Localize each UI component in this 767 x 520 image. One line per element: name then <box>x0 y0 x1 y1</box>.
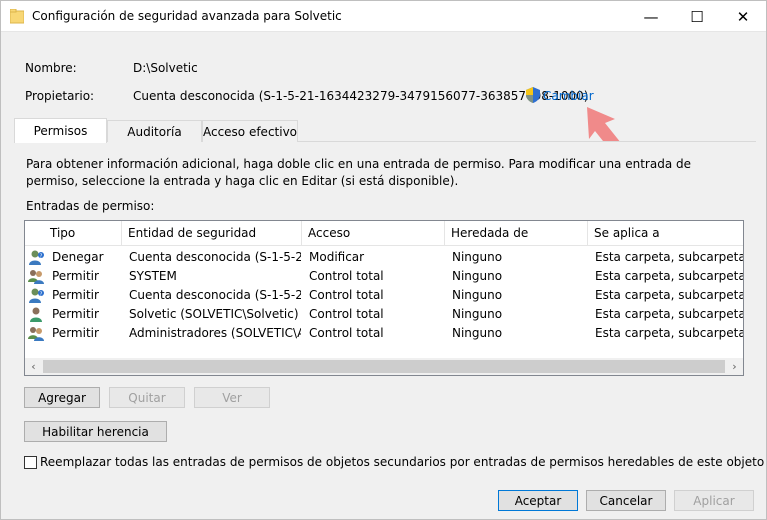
cell-entidad: Cuenta desconocida (S-1-5-2... <box>129 288 301 302</box>
enable-inheritance-button[interactable]: Habilitar herencia <box>24 421 167 442</box>
title-bar: Configuración de seguridad avanzada para… <box>1 1 766 32</box>
cell-tipo: Denegar <box>52 250 104 264</box>
replace-child-permissions-label: Reemplazar todas las entradas de permiso… <box>40 455 765 469</box>
cell-heredada: Ninguno <box>452 250 503 264</box>
column-header-entidad[interactable]: Entidad de seguridad <box>122 221 302 245</box>
unknown-user-icon: ? <box>28 287 45 304</box>
entries-label: Entradas de permiso: <box>26 199 155 213</box>
name-label: Nombre: <box>25 61 77 75</box>
add-button[interactable]: Agregar <box>24 387 100 408</box>
uac-shield-icon <box>526 87 540 103</box>
horizontal-scrollbar[interactable]: ‹ › <box>25 358 743 375</box>
table-row[interactable]: ? Permitir Cuenta desconocida (S-1-5-2... C… <box>25 286 743 305</box>
cell-entidad: Cuenta desconocida (S-1-5-2... <box>129 250 301 264</box>
tab-auditoria[interactable]: Auditoría <box>107 120 202 142</box>
cell-heredada: Ninguno <box>452 288 503 302</box>
scroll-left-icon[interactable]: ‹ <box>25 358 42 375</box>
maximize-button[interactable]: ☐ <box>674 1 720 32</box>
window-title: Configuración de seguridad avanzada para… <box>32 9 342 23</box>
cell-entidad: Solvetic (SOLVETIC\Solvetic) <box>129 307 299 321</box>
owner-label: Propietario: <box>25 89 95 103</box>
info-text: Para obtener información adicional, haga… <box>26 157 691 188</box>
name-value: D:\Solvetic <box>133 61 198 75</box>
view-button[interactable]: Ver <box>194 387 270 408</box>
cell-heredada: Ninguno <box>452 307 503 321</box>
cell-acceso: Control total <box>309 288 384 302</box>
column-header-aplica[interactable]: Se aplica a <box>588 221 743 245</box>
cancel-button[interactable]: Cancelar <box>586 490 666 511</box>
group-icon <box>28 268 45 285</box>
svg-text:?: ? <box>40 253 43 259</box>
user-icon <box>28 306 45 323</box>
scroll-thumb[interactable] <box>43 360 725 373</box>
cell-tipo: Permitir <box>52 326 99 340</box>
column-header-tipo[interactable]: Tipo <box>25 221 122 245</box>
apply-button[interactable]: Aplicar <box>674 490 754 511</box>
column-header-acceso[interactable]: Acceso <box>302 221 445 245</box>
cell-acceso: Control total <box>309 326 384 340</box>
cell-acceso: Control total <box>309 269 384 283</box>
table-row[interactable]: Permitir SYSTEM Control total Ninguno Esta c… <box>25 267 743 286</box>
remove-button[interactable]: Quitar <box>109 387 185 408</box>
cell-acceso: Modificar <box>309 250 365 264</box>
folder-icon <box>10 9 24 24</box>
permission-entries-list[interactable]: Tipo Entidad de seguridad Acceso Heredad… <box>24 220 744 376</box>
cell-heredada: Ninguno <box>452 326 503 340</box>
cell-aplica: Esta carpeta, subcarpetas y a <box>595 250 743 264</box>
cell-heredada: Ninguno <box>452 269 503 283</box>
tab-permisos[interactable]: Permisos <box>14 118 107 143</box>
scroll-right-icon[interactable]: › <box>726 358 743 375</box>
table-row[interactable]: Permitir Solvetic (SOLVETIC\Solvetic) Cont… <box>25 305 743 324</box>
replace-child-permissions-checkbox[interactable] <box>24 456 37 469</box>
cell-tipo: Permitir <box>52 269 99 283</box>
list-header: Tipo Entidad de seguridad Acceso Heredad… <box>25 221 743 246</box>
svg-text:?: ? <box>40 291 43 297</box>
dialog-window: Configuración de seguridad avanzada para… <box>0 0 767 520</box>
cell-aplica: Esta carpeta, subcarpetas y a <box>595 269 743 283</box>
cell-entidad: SYSTEM <box>129 269 177 283</box>
table-row[interactable]: Permitir Administradores (SOLVETIC\A... Co… <box>25 324 743 343</box>
cell-entidad: Administradores (SOLVETIC\A... <box>129 326 301 340</box>
cell-tipo: Permitir <box>52 307 99 321</box>
cell-tipo: Permitir <box>52 288 99 302</box>
table-row[interactable]: ? Denegar Cuenta desconocida (S-1-5-2... Mo… <box>25 248 743 267</box>
cell-aplica: Esta carpeta, subcarpetas y a <box>595 288 743 302</box>
cell-aplica: Esta carpeta, subcarpetas y a <box>595 326 743 340</box>
accept-button[interactable]: Aceptar <box>498 490 578 511</box>
close-button[interactable]: ✕ <box>720 1 766 32</box>
cell-acceso: Control total <box>309 307 384 321</box>
change-owner-link[interactable]: Cambiar <box>543 89 594 103</box>
cell-aplica: Esta carpeta, subcarpetas y a <box>595 307 743 321</box>
minimize-button[interactable]: — <box>628 1 674 32</box>
owner-value: Cuenta desconocida (S-1-5-21-1634423279-… <box>133 89 589 103</box>
tab-acceso-efectivo[interactable]: Acceso efectivo <box>202 120 298 142</box>
column-header-heredada[interactable]: Heredada de <box>445 221 588 245</box>
unknown-user-icon: ? <box>28 249 45 266</box>
group-icon <box>28 325 45 342</box>
